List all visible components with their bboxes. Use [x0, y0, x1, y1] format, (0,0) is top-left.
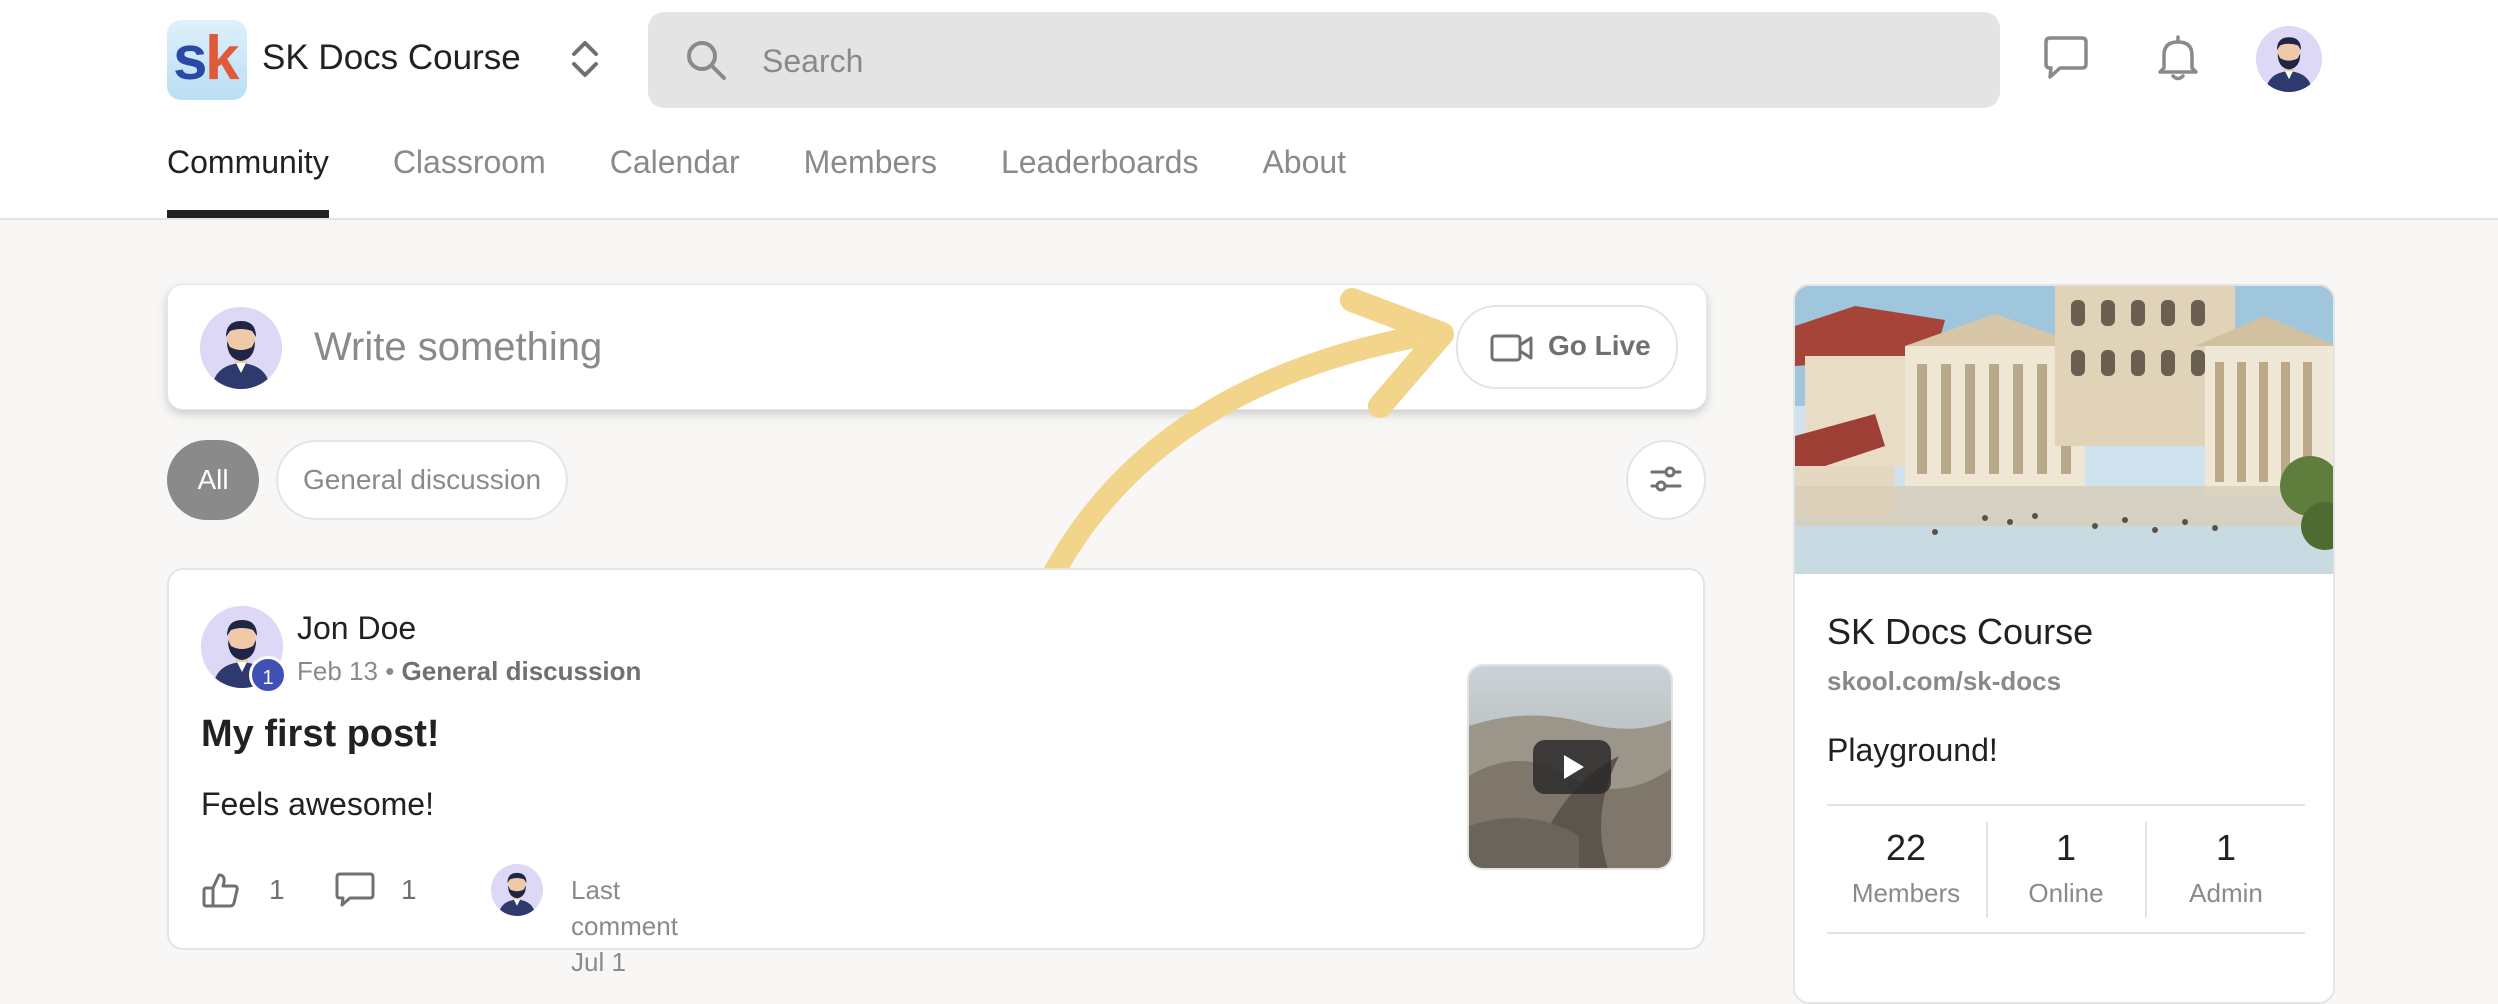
comment-icon[interactable]: [333, 862, 377, 918]
post-composer[interactable]: Write something Go Live: [167, 284, 1707, 410]
divider: [1827, 932, 2305, 934]
tab-community[interactable]: Community: [167, 140, 329, 218]
like-count: 1: [269, 874, 285, 905]
chip-general-discussion[interactable]: General discussion: [276, 440, 568, 520]
search-icon: [684, 38, 728, 82]
video-camera-icon: [1490, 333, 1534, 363]
stat-online[interactable]: 1 Online: [1987, 826, 2145, 910]
last-comment-text: Last comment Jul 1: [571, 875, 678, 977]
meta-separator: •: [385, 656, 395, 686]
go-live-button[interactable]: Go Live: [1456, 305, 1678, 389]
post-card[interactable]: 1 Jon Doe Feb 13 • General discussion My…: [167, 568, 1705, 977]
sliders-icon[interactable]: [1626, 440, 1706, 520]
composer-placeholder[interactable]: Write something: [314, 323, 602, 371]
stat-label: Admin: [2189, 878, 2263, 908]
post-body: Feels awesome!: [201, 786, 434, 822]
play-icon: [1533, 740, 1611, 794]
community-title: SK Docs Course: [1827, 611, 2094, 652]
stat-label: Online: [2028, 878, 2104, 908]
community-description: Playground!: [1827, 732, 1998, 768]
chevron-up-down-icon[interactable]: [562, 34, 608, 84]
go-live-label: Go Live: [1548, 330, 1651, 361]
chat-icon[interactable]: [2038, 30, 2094, 86]
post-meta: Feb 13 • General discussion: [297, 654, 641, 688]
nav-tabs: Community Classroom Calendar Members Lea…: [167, 140, 1346, 218]
tab-calendar[interactable]: Calendar: [610, 140, 740, 218]
stat-value: 1: [2055, 827, 2077, 868]
tab-leaderboards[interactable]: Leaderboards: [1001, 140, 1198, 218]
video-thumbnail[interactable]: [1467, 664, 1673, 870]
stat-label: Members: [1851, 878, 1961, 908]
post-author-name[interactable]: Jon Doe: [297, 608, 416, 648]
last-commenter-avatar[interactable]: [491, 864, 543, 916]
top-header: s k SK Docs Course Search Community Clas…: [0, 0, 2498, 220]
course-title[interactable]: SK Docs Course: [262, 36, 521, 80]
post-date: Feb 13: [297, 656, 378, 686]
thumbs-up-icon[interactable]: [201, 862, 241, 918]
tab-about[interactable]: About: [1262, 140, 1346, 218]
stat-value: 1: [2215, 827, 2237, 868]
search-input[interactable]: [760, 34, 1944, 88]
comment-count: 1: [401, 874, 417, 905]
search-bar[interactable]: [648, 12, 2000, 108]
post-title: My first post!: [201, 713, 440, 755]
cover-image: [1795, 286, 2333, 574]
course-logo[interactable]: s k: [167, 20, 247, 100]
stat-value: 22: [1885, 827, 1927, 868]
stat-members[interactable]: 22 Members: [1827, 826, 1985, 910]
divider: [1827, 804, 2305, 806]
community-info-card: SK Docs Course skool.com/sk-docs Playgro…: [1793, 284, 2335, 1004]
user-avatar[interactable]: [2256, 26, 2322, 92]
level-badge: 1: [249, 656, 287, 694]
logo-letter-k: k: [205, 24, 240, 93]
tab-classroom[interactable]: Classroom: [393, 140, 546, 218]
post-category[interactable]: General discussion: [402, 656, 642, 686]
composer-avatar: [200, 307, 282, 389]
stat-admin[interactable]: 1 Admin: [2147, 826, 2305, 910]
community-url[interactable]: skool.com/sk-docs: [1827, 664, 2061, 698]
bell-icon[interactable]: [2150, 30, 2206, 86]
chip-all[interactable]: All: [167, 440, 259, 520]
logo-letter-s: s: [173, 24, 208, 93]
tab-members[interactable]: Members: [804, 140, 937, 218]
